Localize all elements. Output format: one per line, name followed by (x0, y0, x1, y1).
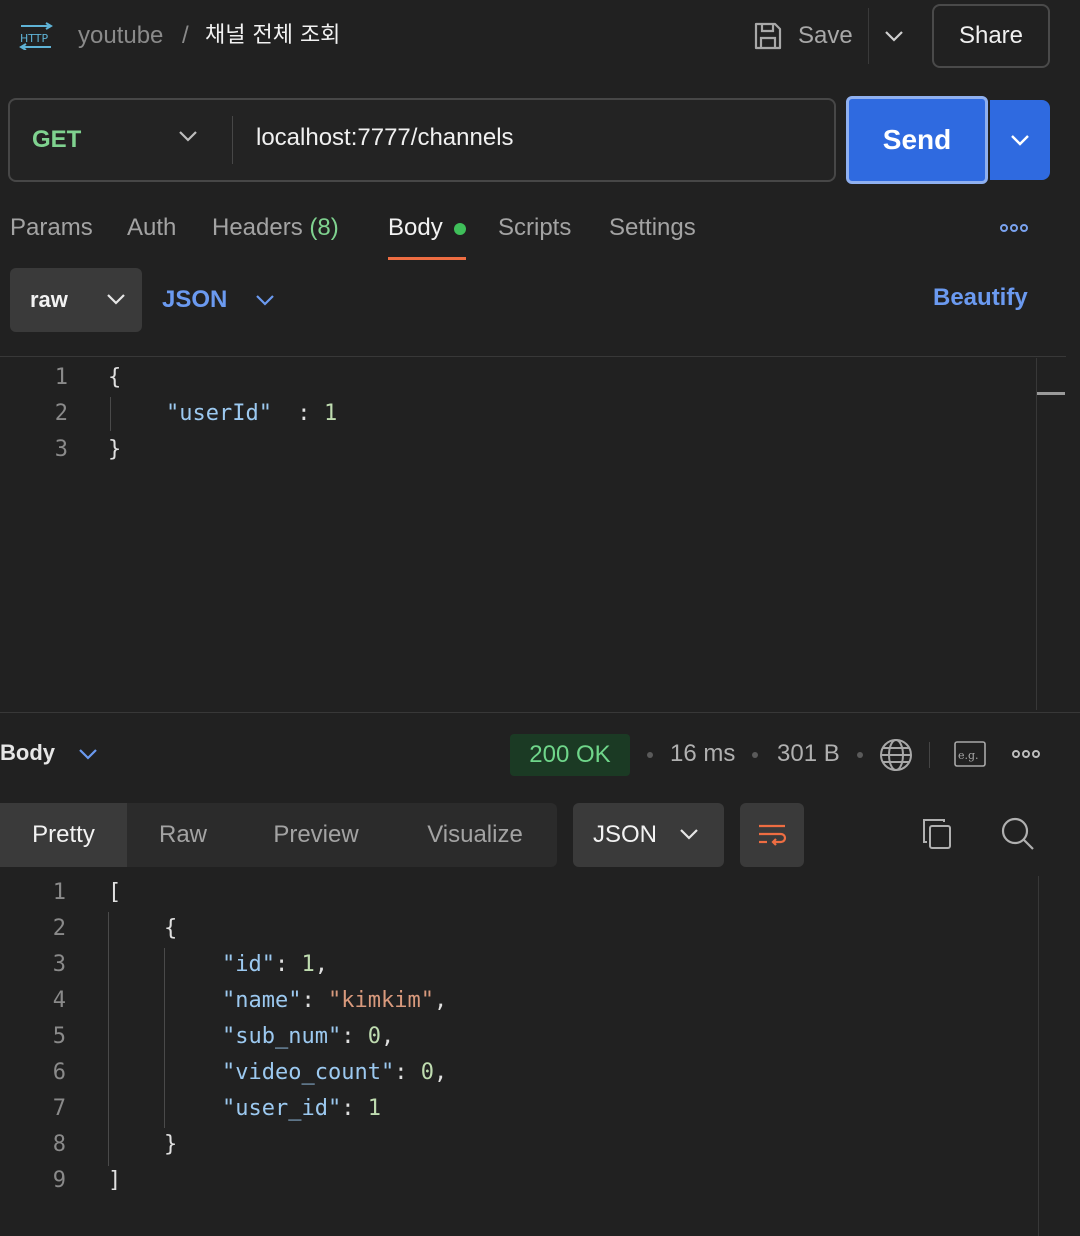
response-format-select[interactable]: JSON (573, 803, 724, 867)
chevron-down-icon (680, 829, 698, 840)
line-number: 3 (54, 437, 68, 462)
chevron-down-icon[interactable] (78, 748, 98, 760)
active-tab-underline (388, 257, 466, 260)
tab-preview[interactable]: Preview (239, 803, 393, 867)
beautify-button[interactable]: Beautify (933, 284, 1028, 312)
chevron-down-icon (256, 295, 275, 306)
code-close-brace: } (108, 437, 122, 462)
scrollbar-thumb[interactable] (1037, 392, 1065, 395)
method-select[interactable]: GET (10, 100, 232, 180)
save-button[interactable]: Save (752, 18, 853, 54)
tab-settings[interactable]: Settings (609, 212, 696, 244)
tab-scripts[interactable]: Scripts (498, 212, 571, 244)
json-field-row: "user_id": 1 (222, 1096, 381, 1121)
code-open-brace: { (164, 916, 178, 941)
url-divider (232, 116, 233, 164)
response-format-label: JSON (593, 821, 658, 848)
chevron-down-icon (1011, 135, 1029, 146)
line-number: 1 (54, 365, 68, 390)
code-value: 1 (324, 401, 338, 426)
body-language-select[interactable]: JSON (162, 284, 275, 316)
line-number: 4 (52, 988, 66, 1013)
toolbar-divider (929, 742, 930, 768)
editor-scrollbar[interactable] (1036, 358, 1066, 710)
tab-pretty[interactable]: Pretty (0, 803, 127, 867)
save-options-button[interactable] (868, 8, 918, 64)
save-icon (754, 22, 782, 50)
request-body-editor[interactable]: 1 2 3 { "userId" : 1 } (0, 356, 1066, 712)
example-icon-text: e.g. (958, 749, 979, 762)
wrap-lines-button[interactable] (740, 803, 804, 867)
headers-count: (8) (309, 214, 339, 241)
response-scrollbar[interactable] (1038, 876, 1039, 1236)
status-badge[interactable]: 200 OK (510, 734, 630, 776)
tab-auth[interactable]: Auth (127, 212, 176, 244)
chevron-down-icon (107, 294, 125, 305)
indent-guide (110, 397, 111, 431)
save-label: Save (798, 22, 853, 49)
line-number: 2 (52, 916, 66, 941)
json-field-row: "sub_num": 0, (222, 1024, 395, 1049)
code-open-bracket: [ (108, 880, 122, 905)
method-label: GET (32, 126, 82, 153)
code-close-bracket: ] (108, 1168, 122, 1193)
meta-separator (752, 752, 758, 758)
tab-params[interactable]: Params (10, 212, 93, 244)
request-title[interactable]: 채널 전체 조회 (205, 20, 340, 52)
body-mode-select[interactable]: raw (10, 268, 142, 332)
body-mode-label: raw (30, 287, 68, 312)
svg-text:HTTP: HTTP (20, 32, 49, 45)
response-section-label[interactable]: Body (0, 740, 55, 766)
http-icon: HTTP (19, 22, 53, 50)
request-header: HTTP youtube / 채널 전체 조회 Save Share (0, 0, 1080, 72)
search-icon[interactable] (1000, 816, 1036, 852)
line-number: 3 (52, 952, 66, 977)
response-size[interactable]: 301 B (777, 740, 840, 768)
share-button[interactable]: Share (932, 4, 1050, 68)
code-colon: : (284, 401, 324, 426)
body-indicator-dot (454, 223, 466, 235)
code-close-brace: } (164, 1132, 178, 1157)
line-number: 2 (54, 401, 68, 426)
line-number: 9 (52, 1168, 66, 1193)
chevron-down-icon (179, 131, 197, 142)
json-field-row: "video_count": 0, (222, 1060, 448, 1085)
copy-icon[interactable] (920, 816, 954, 852)
breadcrumb-separator: / (182, 22, 189, 49)
globe-icon[interactable] (878, 737, 914, 773)
line-number: 8 (52, 1132, 66, 1157)
tab-visualize[interactable]: Visualize (393, 803, 557, 867)
save-example-icon[interactable]: e.g. (954, 741, 986, 769)
more-options-icon[interactable] (1000, 224, 1028, 232)
url-input[interactable]: localhost:7777/channels (256, 124, 514, 152)
line-number: 7 (52, 1096, 66, 1121)
json-field-row: "id": 1, (222, 952, 328, 977)
tab-body[interactable]: Body (388, 212, 443, 244)
indent-guide (108, 912, 109, 1166)
json-field-row: "name": "kimkim", (222, 988, 448, 1013)
app-window: HTTP youtube / 채널 전체 조회 Save Share GET l… (0, 0, 1080, 1236)
code-key: "userId" (166, 401, 272, 426)
line-number: 5 (52, 1024, 66, 1049)
tab-raw[interactable]: Raw (127, 803, 239, 867)
meta-separator (647, 752, 653, 758)
tab-headers[interactable]: Headers (8) (212, 212, 339, 244)
response-more-icon[interactable] (1012, 750, 1040, 758)
response-time[interactable]: 16 ms (670, 740, 735, 768)
wrap-lines-icon (759, 824, 787, 846)
line-number: 1 (52, 880, 66, 905)
send-button[interactable]: Send (846, 96, 988, 184)
line-number: 6 (52, 1060, 66, 1085)
tab-headers-label: Headers (212, 214, 303, 241)
meta-separator (857, 752, 863, 758)
body-language-label: JSON (162, 286, 228, 313)
code-open-brace: { (108, 365, 122, 390)
chevron-down-icon (884, 31, 903, 42)
response-view-tabs: Pretty Raw Preview Visualize (0, 803, 557, 867)
pane-resize-handle[interactable] (0, 712, 1080, 722)
breadcrumb-collection[interactable]: youtube (78, 20, 163, 52)
indent-guide (164, 948, 165, 1128)
send-options-button[interactable] (990, 100, 1050, 180)
url-bar: GET localhost:7777/channels (8, 98, 836, 182)
